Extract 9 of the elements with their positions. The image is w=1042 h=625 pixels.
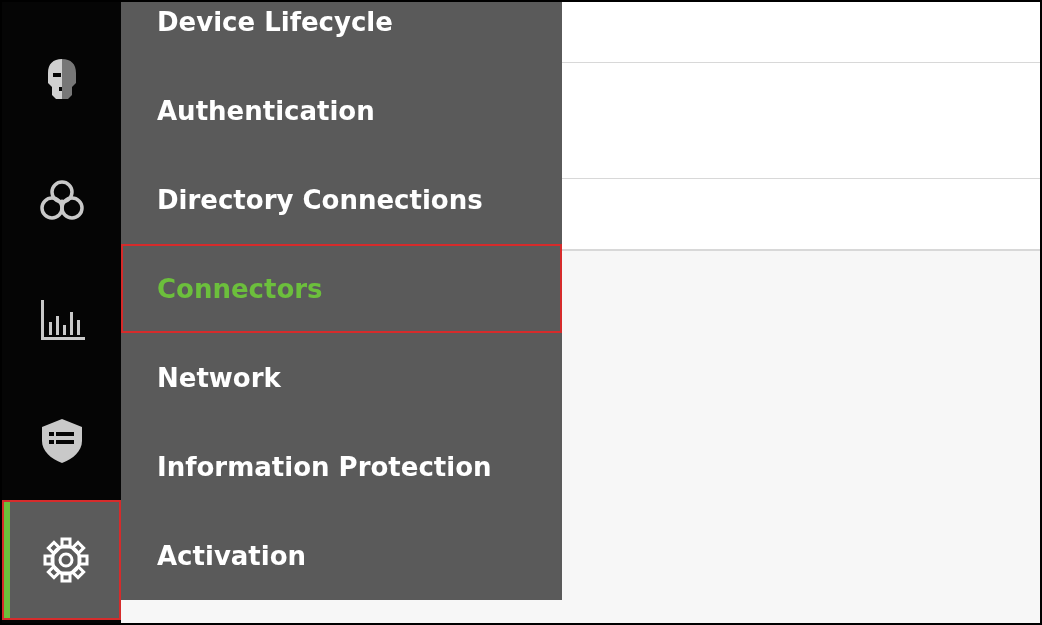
menu-item[interactable]: Device Lifecycle <box>121 2 562 66</box>
menu-item[interactable]: Directory Connections <box>121 155 562 244</box>
menu-item[interactable]: Information Protection <box>121 422 562 511</box>
bar-chart-icon <box>38 298 85 342</box>
circles-icon <box>38 178 85 222</box>
menu-item[interactable]: Network <box>121 333 562 422</box>
menu-item[interactable]: Activation <box>121 511 562 600</box>
settings-icon <box>42 537 89 583</box>
shield-icon <box>39 417 84 463</box>
